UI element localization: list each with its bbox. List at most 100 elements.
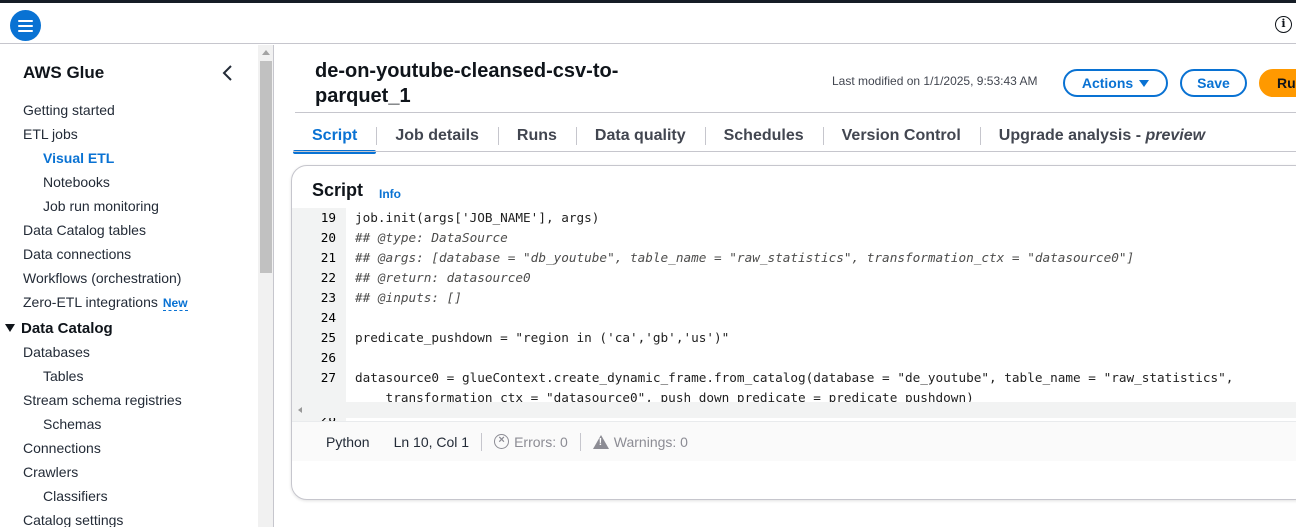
side-navigation: AWS Glue Getting started ETL jobs Visual E… <box>0 45 258 527</box>
sidebar-item-label: Zero-ETL integrations <box>23 294 158 310</box>
sidebar-item-data-catalog-tables[interactable]: Data Catalog tables <box>0 220 258 244</box>
code-text: predicate_pushdown = "region in ('ca','g… <box>355 330 730 345</box>
sidebar-item-schemas[interactable]: Schemas <box>0 414 258 438</box>
code-line[interactable]: 20 ## @type: DataSource <box>292 228 1296 248</box>
error-circle-icon: × <box>494 434 510 449</box>
scrollbar-thumb[interactable] <box>260 61 272 273</box>
actions-button-label: Actions <box>1081 75 1134 91</box>
sidebar-item-label: ETL jobs <box>23 126 78 142</box>
line-number: 27 <box>320 370 336 385</box>
errors-count: Errors: 0 <box>514 433 568 450</box>
sidebar-section-data-catalog[interactable]: Data Catalog <box>0 316 258 342</box>
code-line[interactable]: 25 predicate_pushdown = "region in ('ca',… <box>292 328 1296 348</box>
sidebar-item-stream-schema-registries[interactable]: Stream schema registries <box>0 390 258 414</box>
sidebar-item-databases[interactable]: Databases <box>0 342 258 366</box>
sidebar-item-notebooks[interactable]: Notebooks <box>0 172 258 196</box>
code-line[interactable]: 22 ## @return: datasource0 <box>292 268 1296 288</box>
line-number: 23 <box>320 290 336 305</box>
line-number: 25 <box>320 330 336 345</box>
code-line[interactable]: 26 <box>292 348 1296 368</box>
sidebar-item-workflows-orchestration[interactable]: Workflows (orchestration) <box>0 268 258 292</box>
tab-label: Job details <box>395 127 479 144</box>
scroll-left-arrow-icon[interactable] <box>298 407 302 413</box>
last-modified-text: Last modified on 1/1/2025, 9:53:43 AM <box>832 74 1038 88</box>
scroll-up-arrow-icon[interactable] <box>262 50 270 55</box>
warning-triangle-icon <box>592 434 609 449</box>
top-navigation-bar: i <box>0 3 1296 44</box>
sidebar-item-label: Getting started <box>23 102 115 118</box>
line-number: 26 <box>320 350 336 365</box>
caret-down-icon <box>5 323 15 332</box>
tab-label: Script <box>312 127 358 144</box>
sidebar-scrollbar[interactable] <box>258 45 274 527</box>
line-number: 24 <box>320 310 336 325</box>
sidebar-item-connections[interactable]: Connections <box>0 438 258 462</box>
sidebar-item-visual-etl[interactable]: Visual ETL <box>0 148 258 172</box>
warnings-indicator[interactable]: Warnings: 0 <box>592 433 688 450</box>
sidebar-section-label: Data Catalog <box>21 320 113 337</box>
actions-button[interactable]: Actions <box>1063 69 1168 97</box>
script-panel: Script Info 19 job.init(args['JOB_NAME'],… <box>291 165 1296 500</box>
caret-down-icon <box>1139 79 1150 87</box>
sidebar-title[interactable]: AWS Glue <box>23 63 104 83</box>
code-line[interactable]: 23 ## @inputs: [] <box>292 288 1296 308</box>
main-content: de-on-youtube-cleansed-csv-to-parquet_1 … <box>275 45 1296 527</box>
code-line[interactable]: 27 datasource0 = glueContext.create_dynam… <box>292 368 1296 388</box>
header-divider <box>295 112 1296 113</box>
code-text: ## @return: datasource0 <box>355 270 531 285</box>
code-line[interactable]: 21 ## @args: [database = "db_youtube", ta… <box>292 248 1296 268</box>
new-badge[interactable]: New <box>162 296 188 311</box>
hamburger-menu-icon[interactable] <box>10 10 41 41</box>
tab-upgrade-analysis[interactable]: Upgrade analysis - preview <box>979 124 1224 148</box>
sidebar-item-label: Notebooks <box>43 174 110 190</box>
info-circle-icon[interactable]: i <box>1275 16 1292 33</box>
tab-label-italic: preview <box>1145 127 1206 144</box>
sidebar-item-label: Job run monitoring <box>43 198 159 214</box>
sidebar-item-tables[interactable]: Tables <box>0 366 258 390</box>
info-link[interactable]: Info <box>379 187 401 201</box>
code-line[interactable]: 19 job.init(args['JOB_NAME'], args) <box>292 208 1296 228</box>
sidebar-item-getting-started[interactable]: Getting started <box>0 100 258 124</box>
sidebar-item-etl-jobs[interactable]: ETL jobs <box>0 124 258 148</box>
line-number: 19 <box>320 210 336 225</box>
code-text: job.init(args['JOB_NAME'], args) <box>355 210 600 225</box>
save-button[interactable]: Save <box>1180 69 1247 97</box>
script-panel-title: Script <box>312 180 364 200</box>
code-line[interactable]: 24 <box>292 308 1296 328</box>
sidebar-item-zero-etl-integrations[interactable]: Zero-ETL integrations New <box>0 292 258 316</box>
line-number: 21 <box>320 250 336 265</box>
tab-job-details[interactable]: Job details <box>376 124 498 148</box>
sidebar-item-label: Visual ETL <box>43 150 115 166</box>
sidebar-nav-list: Getting started ETL jobs Visual ETL Noteboo… <box>0 100 258 527</box>
tab-script[interactable]: Script <box>293 124 377 154</box>
sidebar-item-data-connections[interactable]: Data connections <box>0 244 258 268</box>
sidebar-item-crawlers[interactable]: Crawlers <box>0 462 258 486</box>
sidebar-item-label: Workflows (orchestration) <box>23 270 182 286</box>
code-text: ## @inputs: [] <box>355 290 462 305</box>
cursor-position: Ln 10, Col 1 <box>393 433 470 450</box>
tab-list: Script Job details Runs Data quality Schedul… <box>293 121 1224 154</box>
tabs-divider <box>293 151 1296 152</box>
code-text: datasource0 = glueContext.create_dynamic… <box>355 370 1234 385</box>
status-divider <box>481 432 483 451</box>
warnings-count: Warnings: 0 <box>613 433 688 450</box>
run-button[interactable]: Run <box>1259 69 1296 97</box>
errors-indicator[interactable]: × Errors: 0 <box>494 434 568 450</box>
tab-data-quality[interactable]: Data quality <box>575 124 705 148</box>
tab-schedules[interactable]: Schedules <box>704 124 823 148</box>
tab-label: Version Control <box>841 127 961 144</box>
sidebar-item-label: Data connections <box>23 246 132 262</box>
code-text: ## @args: [database = "db_youtube", tabl… <box>355 250 1135 265</box>
status-divider <box>579 432 581 451</box>
editor-horizontal-scrollbar[interactable] <box>292 402 1296 418</box>
tab-version-control[interactable]: Version Control <box>822 124 980 148</box>
line-number: 22 <box>320 270 336 285</box>
tab-runs[interactable]: Runs <box>497 124 576 148</box>
sidebar-item-catalog-settings[interactable]: Catalog settings <box>0 510 258 527</box>
chevron-left-icon[interactable] <box>220 64 236 82</box>
language-label: Python <box>326 433 370 450</box>
tab-label: Data quality <box>594 127 686 144</box>
sidebar-item-classifiers[interactable]: Classifiers <box>0 486 258 510</box>
sidebar-item-job-run-monitoring[interactable]: Job run monitoring <box>0 196 258 220</box>
editor-status-bar: Python Ln 10, Col 1 × Errors: 0 Warnings… <box>292 421 1296 461</box>
